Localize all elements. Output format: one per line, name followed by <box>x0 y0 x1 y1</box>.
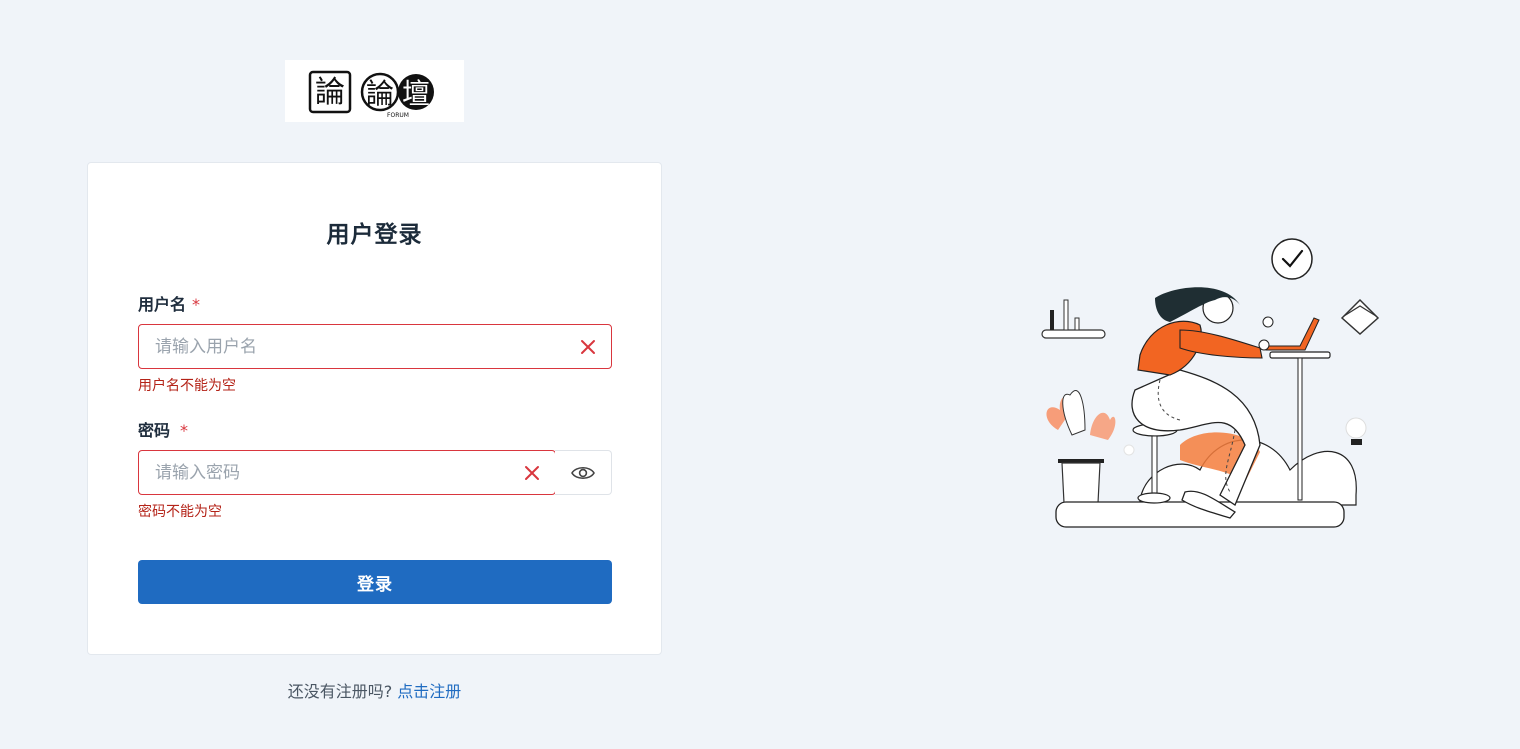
shelf-chart-icon <box>1041 299 1106 339</box>
password-input[interactable] <box>155 451 511 494</box>
checkmark-icon <box>1271 238 1313 280</box>
password-visibility-toggle[interactable] <box>555 450 612 495</box>
register-prompt-text: 还没有注册吗? <box>287 682 393 701</box>
eye-icon[interactable] <box>571 465 595 481</box>
username-error: 用户名不能为空 <box>138 378 236 394</box>
username-label: 用户名 * <box>138 291 200 315</box>
username-required-mark: * <box>192 295 201 314</box>
forum-logo: 論 論 壇 FORUM <box>285 60 464 122</box>
register-link[interactable]: 点击注册 <box>397 682 461 701</box>
forum-logo-image: 論 論 壇 FORUM <box>308 70 434 119</box>
plant-icon <box>1046 389 1116 504</box>
svg-text:FORUM: FORUM <box>387 112 409 119</box>
decorative-dot <box>1123 444 1135 456</box>
login-button[interactable]: 登录 <box>138 560 612 604</box>
password-label: 密码 * <box>138 417 188 441</box>
envelope-icon <box>1340 298 1380 336</box>
close-icon[interactable] <box>579 338 597 356</box>
password-required-mark: * <box>180 421 189 440</box>
close-icon[interactable] <box>523 464 541 482</box>
username-field[interactable] <box>138 324 612 369</box>
register-prompt: 还没有注册吗? 点击注册 <box>87 678 662 702</box>
password-label-text: 密码 <box>138 421 171 440</box>
svg-text:論: 論 <box>315 75 345 110</box>
svg-text:壇: 壇 <box>402 77 430 110</box>
login-illustration <box>1041 238 1380 528</box>
password-error: 密码不能为空 <box>138 504 222 520</box>
login-title: 用户登录 <box>326 222 423 248</box>
svg-text:論: 論 <box>366 77 394 110</box>
password-field[interactable] <box>138 450 556 495</box>
login-card: 用户登录 用户名 * 用户名不能为空 密码 * 密码不能为空 登录 <box>87 162 662 655</box>
username-input[interactable] <box>155 325 567 368</box>
light-bulb-icon <box>1345 417 1367 445</box>
username-label-text: 用户名 <box>138 295 187 314</box>
